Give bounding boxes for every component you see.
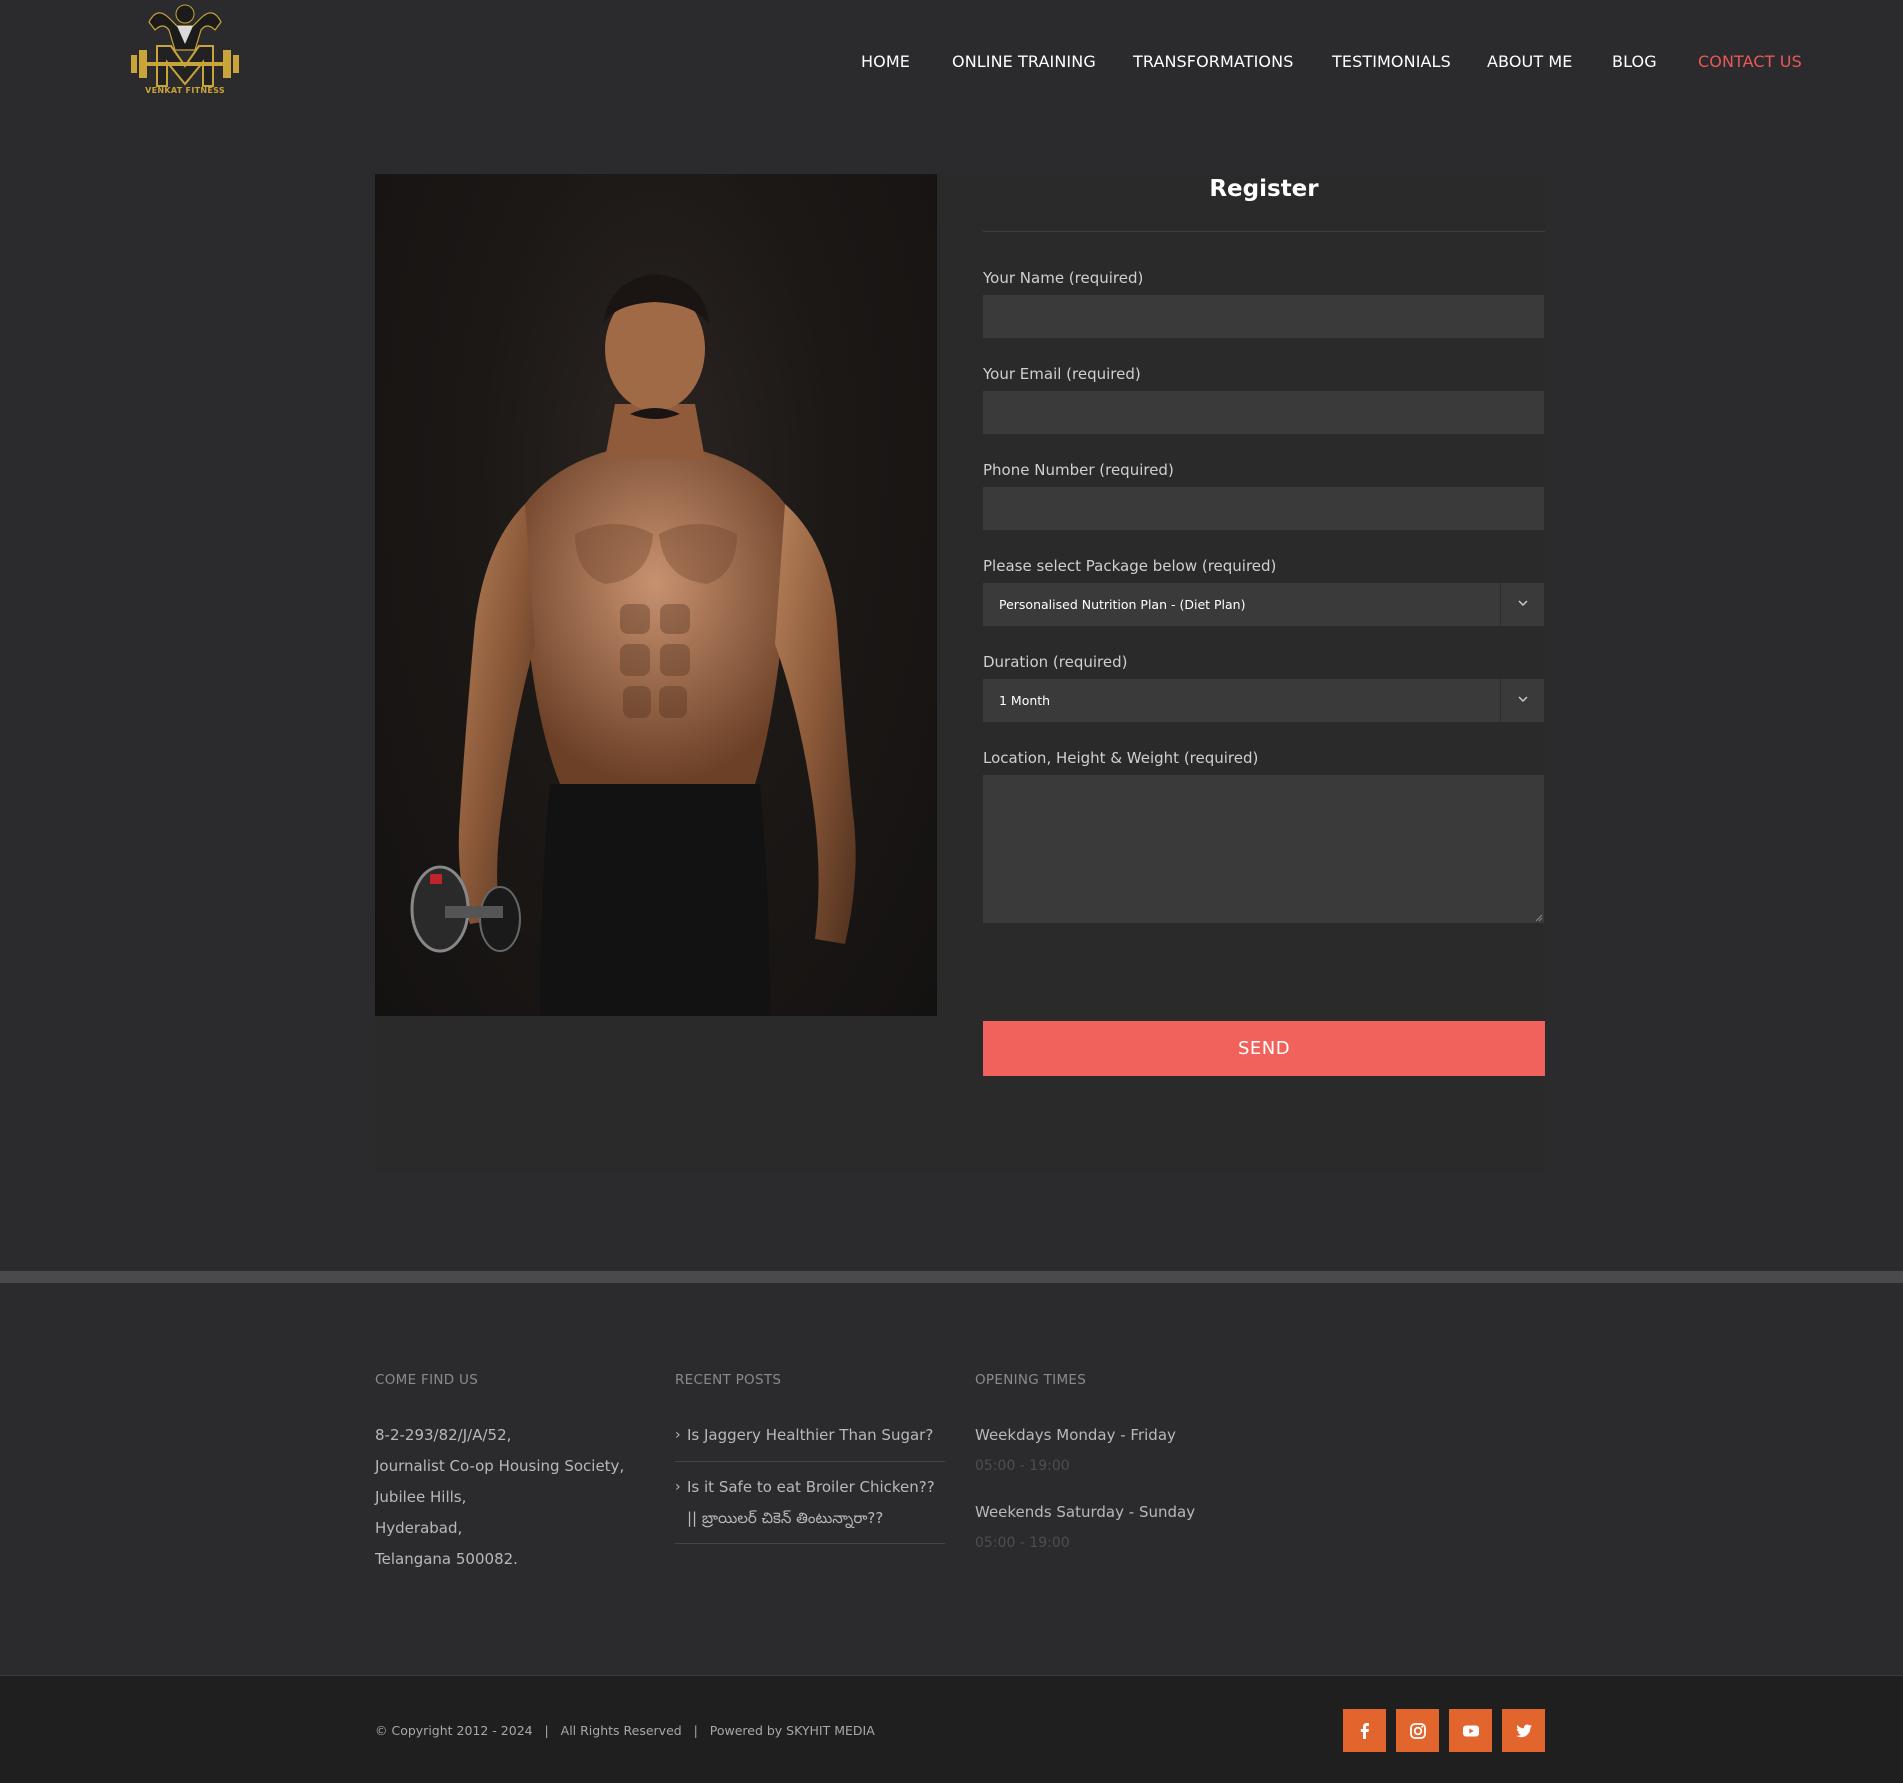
duration-selected-value: 1 Month: [999, 693, 1051, 708]
nav-item-online-training[interactable]: ONLINE TRAINING: [952, 52, 1096, 71]
address-line: Telangana 500082.: [375, 1550, 518, 1568]
nav-item-home[interactable]: HOME: [861, 52, 910, 71]
nav-item-testimonials[interactable]: TESTIMONIALS: [1332, 52, 1451, 71]
chevron-right-icon: ›: [675, 1479, 681, 1495]
recent-post-link[interactable]: Is it Safe to eat Broiler Chicken?? || బ…: [675, 1472, 945, 1534]
package-selected-value: Personalised Nutrition Plan - (Diet Plan…: [999, 597, 1246, 612]
name-label: Your Name (required): [983, 269, 1144, 287]
nav-item-blog[interactable]: BLOG: [1612, 52, 1657, 71]
recent-post-item[interactable]: › Is Jaggery Healthier Than Sugar?: [675, 1420, 945, 1451]
address-line: 8-2-293/82/J/A/52,: [375, 1426, 512, 1444]
package-label: Please select Package below (required): [983, 557, 1277, 575]
find-us-title: COME FIND US: [375, 1372, 479, 1388]
phone-label: Phone Number (required): [983, 461, 1174, 479]
opening-hours: 05:00 - 19:00: [975, 1458, 1070, 1474]
chevron-down-icon: [1518, 600, 1528, 606]
opening-days: Weekends Saturday - Sunday: [975, 1503, 1196, 1521]
form-divider: [983, 231, 1545, 232]
facebook-link[interactable]: [1343, 1709, 1386, 1752]
twitter-icon: [1515, 1724, 1532, 1737]
trainer-photo: [375, 174, 937, 1016]
opening-times-title: OPENING TIMES: [975, 1372, 1087, 1388]
nav-item-about-me[interactable]: ABOUT ME: [1487, 52, 1573, 71]
resize-grip-icon[interactable]: [1535, 914, 1543, 922]
recent-post-link[interactable]: Is Jaggery Healthier Than Sugar?: [675, 1420, 945, 1451]
duration-select[interactable]: 1 Month: [983, 679, 1544, 722]
copyright-text: © Copyright 2012 - 2024 | All Rights Res…: [375, 1723, 875, 1738]
duration-label: Duration (required): [983, 653, 1128, 671]
send-button[interactable]: SEND: [983, 1021, 1545, 1076]
form-title: Register: [1209, 176, 1319, 202]
opening-days: Weekdays Monday - Friday: [975, 1426, 1176, 1444]
nav-item-contact-us[interactable]: CONTACT US: [1698, 52, 1802, 71]
recent-posts-title: RECENT POSTS: [675, 1372, 782, 1388]
chevron-right-icon: ›: [675, 1427, 681, 1443]
address-line: Hyderabad,: [375, 1519, 463, 1537]
logo-emblem: [131, 4, 239, 87]
main-nav: HOME ONLINE TRAINING TRANSFORMATIONS TES…: [0, 52, 1903, 76]
post-divider: [675, 1461, 945, 1462]
email-label: Your Email (required): [983, 365, 1141, 383]
site-header: VENKAT FITNESS HOME ONLINE TRAINING TRAN…: [0, 0, 1903, 130]
email-input[interactable]: [983, 391, 1544, 434]
nav-item-transformations[interactable]: TRANSFORMATIONS: [1133, 52, 1293, 71]
address-line: Jubilee Hills,: [375, 1488, 467, 1506]
youtube-icon: [1462, 1725, 1479, 1736]
instagram-icon: [1409, 1722, 1426, 1739]
facebook-icon: [1360, 1722, 1369, 1739]
section-separator: [0, 1271, 1903, 1283]
select-divider: [1500, 583, 1501, 626]
youtube-link[interactable]: [1449, 1709, 1492, 1752]
address-line: Journalist Co-op Housing Society,: [375, 1457, 625, 1475]
instagram-link[interactable]: [1396, 1709, 1439, 1752]
post-divider: [675, 1543, 945, 1544]
trainer-figure: [410, 274, 856, 1016]
opening-hours: 05:00 - 19:00: [975, 1535, 1070, 1551]
logo-text: VENKAT FITNESS: [145, 86, 225, 95]
chevron-down-icon: [1518, 696, 1528, 702]
twitter-link[interactable]: [1502, 1709, 1545, 1752]
site-logo[interactable]: VENKAT FITNESS: [129, 0, 241, 100]
recent-post-item[interactable]: › Is it Safe to eat Broiler Chicken?? ||…: [675, 1472, 945, 1534]
name-input[interactable]: [983, 295, 1544, 338]
footer-widgets: [0, 1283, 1903, 1675]
package-select[interactable]: Personalised Nutrition Plan - (Diet Plan…: [983, 583, 1544, 626]
phone-input[interactable]: [983, 487, 1544, 530]
location-label: Location, Height & Weight (required): [983, 749, 1259, 767]
select-divider: [1500, 679, 1501, 722]
location-textarea[interactable]: [983, 775, 1544, 923]
footer-bottom-bar: [0, 1675, 1903, 1783]
